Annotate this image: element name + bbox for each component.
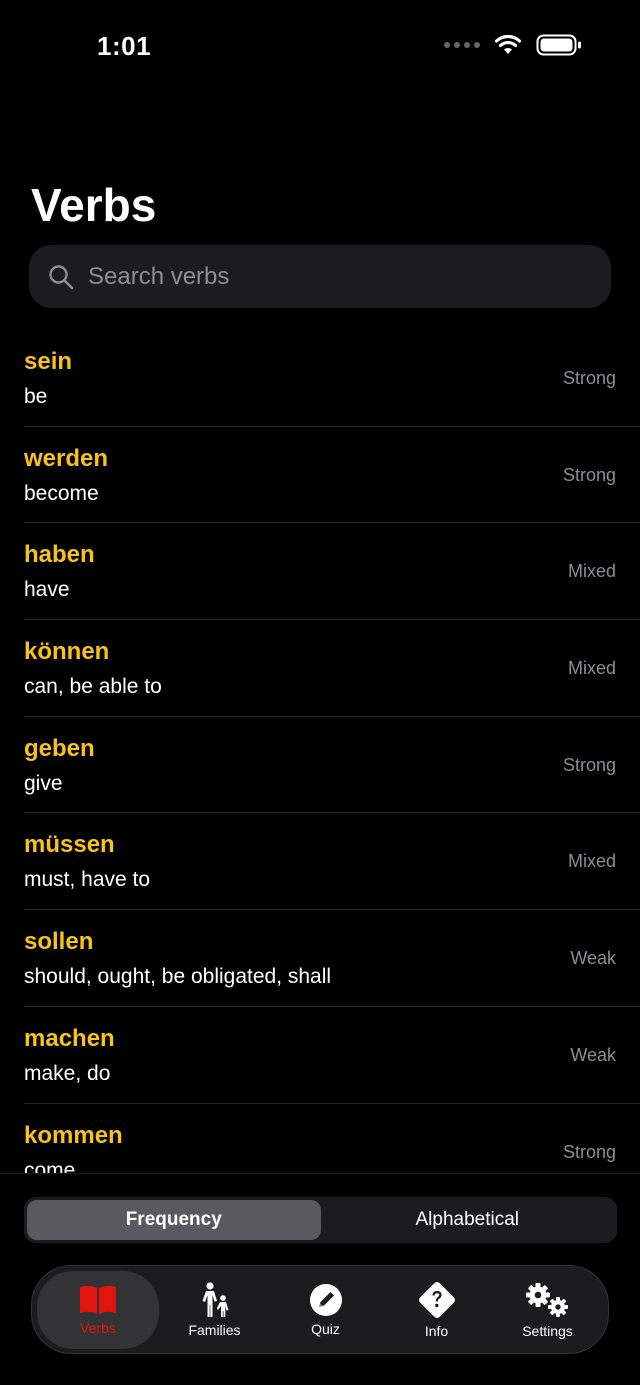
gears-icon [525, 1282, 568, 1317]
list-divider [0, 1173, 640, 1174]
wifi-icon [494, 34, 522, 54]
sort-alphabetical-segment[interactable]: Alphabetical [321, 1200, 615, 1240]
verb-word: haben [24, 541, 95, 569]
verb-meaning: become [24, 481, 99, 505]
tab-label: Verbs [80, 1319, 116, 1336]
sort-segmented-control: Frequency Alphabetical [24, 1197, 617, 1243]
verb-word: geben [24, 734, 95, 762]
status-time: 1:01 [97, 31, 152, 61]
verb-row-machen[interactable]: machen make, do Weak [24, 1007, 640, 1104]
verb-row-koennen[interactable]: können can, be able to Mixed [24, 620, 640, 717]
pencil-circle-icon [309, 1283, 342, 1316]
search-bar[interactable] [29, 245, 611, 308]
tab-label: Info [424, 1322, 449, 1339]
verb-word: werden [24, 444, 109, 472]
search-input[interactable] [88, 256, 611, 297]
verb-word: können [24, 638, 110, 666]
tab-verbs[interactable]: Verbs [37, 1270, 159, 1349]
verb-meaning: make, do [24, 1061, 111, 1085]
status-bar: 1:01 [0, 0, 640, 95]
verb-row-werden[interactable]: werden become Strong [24, 427, 640, 524]
verb-row-haben[interactable]: haben have Mixed [24, 523, 640, 621]
verb-row-sollen[interactable]: sollen should, ought, be obligated, shal… [24, 910, 640, 1007]
verb-type-label: Weak [570, 1044, 616, 1065]
verb-row-geben[interactable]: geben give Strong [24, 717, 640, 814]
verb-row-kommen[interactable]: kommen come Strong [24, 1104, 640, 1174]
verb-word: kommen [24, 1121, 123, 1149]
cellular-signal-icon [444, 42, 480, 48]
verb-type-label: Strong [562, 1141, 616, 1162]
tab-settings[interactable]: Settings [492, 1271, 603, 1349]
verb-meaning: can, be able to [24, 675, 162, 699]
verb-meaning: be [24, 385, 48, 408]
tab-label: Quiz [311, 1320, 340, 1337]
family-icon [202, 1281, 228, 1317]
verbs-screen: 1:01 Verbs sein be [0, 0, 640, 1385]
verb-type-label: Strong [562, 368, 616, 388]
verb-word: sein [24, 348, 73, 375]
tab-families[interactable]: Families [159, 1271, 270, 1349]
question-diamond-icon [418, 1281, 455, 1318]
verb-list: sein be Strong werden become Strong habe… [0, 330, 640, 1173]
verb-type-label: Weak [570, 948, 616, 969]
verb-meaning: give [24, 771, 63, 795]
search-icon [49, 264, 74, 289]
verb-row-sein[interactable]: sein be Strong [24, 330, 640, 427]
verb-word: sollen [24, 928, 94, 956]
verb-word: müssen [24, 831, 115, 859]
verb-meaning: should, ought, be obligated, shall [24, 965, 332, 989]
verb-type-label: Mixed [567, 851, 616, 872]
book-icon [80, 1285, 116, 1314]
verb-word: machen [24, 1024, 115, 1052]
tab-label: Families [188, 1321, 241, 1338]
verb-meaning: must, have to [24, 868, 151, 892]
tab-label: Settings [522, 1322, 573, 1339]
verb-type-label: Strong [562, 754, 616, 775]
verb-meaning: come [24, 1158, 76, 1174]
tab-quiz[interactable]: Quiz [270, 1271, 381, 1349]
page-title: Verbs [31, 179, 157, 231]
tab-info[interactable]: Info [381, 1271, 492, 1349]
verb-type-label: Mixed [567, 658, 616, 679]
sort-frequency-segment[interactable]: Frequency [27, 1200, 321, 1240]
verb-meaning: have [24, 578, 70, 602]
status-icons [444, 34, 582, 56]
verb-row-muessen[interactable]: müssen must, have to Mixed [24, 813, 640, 911]
verb-type-label: Mixed [567, 561, 616, 582]
verb-type-label: Strong [562, 464, 616, 485]
battery-icon [536, 34, 581, 56]
tab-bar: Verbs Families Quiz Info Settings [31, 1265, 609, 1354]
